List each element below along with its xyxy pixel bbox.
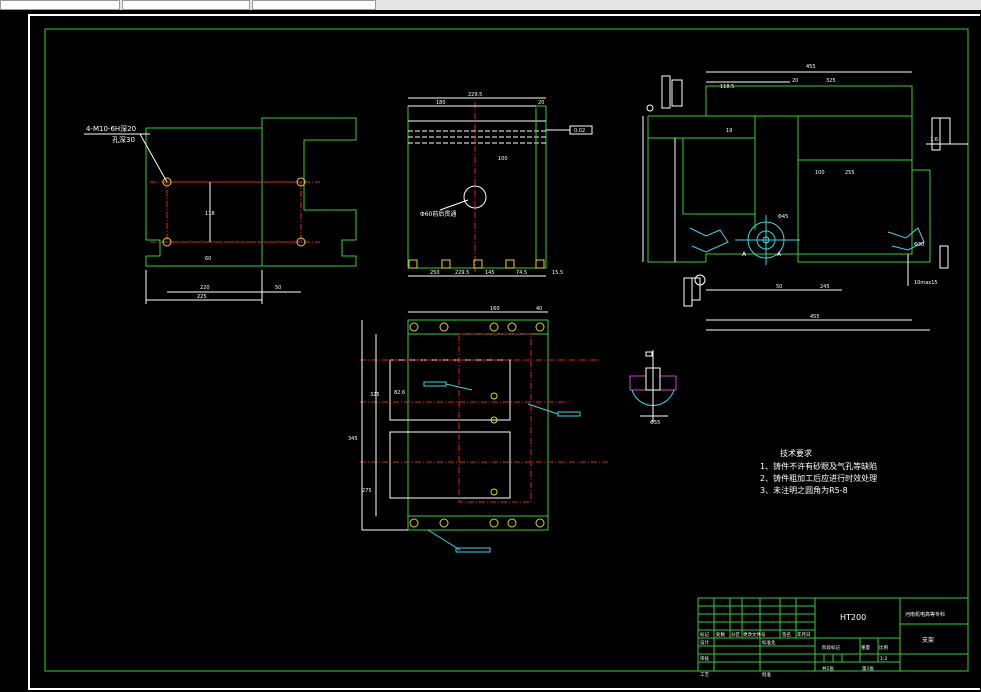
dim-top-229-5: 229.5 [468,92,482,98]
sheets-total: 共1张 [822,665,834,672]
dim-bottom-160: 160 [490,306,500,312]
tolerance-box: 0.02 [574,128,585,134]
bore-note: Φ60前后贯通 [420,210,456,218]
dim-bottom-325: 325 [370,392,380,398]
thread-spec-label: 4-M10-6H深20 [86,124,136,133]
sheet-number: 第1张 [862,665,874,672]
scale-value: 1:2 [880,656,887,662]
note-item-1: 1、铸件不许有砂眼及气孔等缺陷 [760,461,877,471]
toolbar-strip [0,0,981,10]
dim-detail-phi55: Φ55 [650,420,660,426]
note-item-2: 2、铸件粗加工后应进行时效处理 [760,473,877,483]
ratio-label: 比例 [879,644,888,651]
school-label: 河南机电高等专科 [905,611,945,618]
dim-top-100: 100 [498,156,508,162]
dim-bottom-275: 275 [362,488,372,494]
dim-right-255: 255 [845,170,855,176]
drawing-svg: 4-M10-6H深20 孔深30 220 50 225 118 60 229.5… [44,28,969,678]
dim-right-455b: 455 [810,314,820,320]
dim-right-100: 100 [815,170,825,176]
material-label: HT200 [840,613,866,622]
approve-label: 批准 [762,671,771,678]
dim-right-50: 50 [776,284,782,290]
dim-right-325: 325 [826,78,836,84]
standardize-label: 标准化 [762,639,776,646]
dim-front-50: 50 [275,285,281,291]
weight-label: 重量 [861,644,870,651]
header-zone: 分区 [731,631,740,638]
toolbar-field-3[interactable] [252,0,376,10]
header-sign: 签名 [782,631,791,638]
technical-notes: 技术要求 1、铸件不许有砂眼及气孔等缺陷 2、铸件粗加工后应进行时效处理 3、未… [760,448,877,495]
hole-depth-label: 孔深30 [112,135,135,144]
front-view [84,117,357,304]
dim-front-60: 60 [205,256,211,262]
dim-top-250: 250 [430,270,440,276]
dim-top-74-5: 74.5 [516,270,527,276]
dim-bottom-40: 40 [536,306,542,312]
dim-top-20: 20 [538,100,544,106]
top-view [407,97,593,277]
header-count: 处数 [716,631,725,638]
dim-bottom-345: 345 [348,436,358,442]
dim-bottom-82-6: 82.6 [394,390,405,396]
dim-front-220: 220 [200,285,210,291]
dim-right-19: 19 [726,128,732,134]
dim-top-229-5b: 229.5 [455,270,469,276]
toolbar-field-2[interactable] [122,0,250,10]
detail-view [629,350,677,422]
dim-right-118-5: 118.5 [720,84,734,90]
dim-right-20: 20 [792,78,798,84]
toolbar-field-1[interactable] [0,0,120,10]
dim-right-phi30: Φ30 [914,242,924,248]
dim-top-180: 180 [436,100,446,106]
stage-mark-label: 阶段标记 [822,644,840,651]
dim-front-118: 118 [205,211,215,217]
part-name-label: 支架 [922,636,934,644]
dim-right-phi45: Φ45 [778,214,788,220]
dim-front-225: 225 [197,294,207,300]
dim-right-1-6: 1.6 [930,137,938,143]
bottom-view [360,311,610,553]
drawing-border [44,28,969,672]
dim-right-10max15: 10max15 [914,280,938,286]
review-label: 审核 [700,655,709,662]
note-item-3: 3、未注明之圆角为R5-8 [760,485,848,495]
designer-label: 设计 [700,639,709,646]
dim-right-455: 455 [806,64,816,70]
header-change-doc: 更改文件号 [743,631,766,638]
dim-right-245: 245 [820,284,830,290]
dim-top-15-5: 15.5 [552,270,563,276]
side-view [642,71,968,331]
dim-top-145: 145 [485,270,495,276]
header-date: 年月日 [797,631,811,638]
notes-title: 技术要求 [780,448,812,458]
cad-drawing-canvas[interactable]: 4-M10-6H深20 孔深30 220 50 225 118 60 229.5… [0,10,981,692]
header-mark: 标记 [700,631,709,638]
process-label: 工艺 [700,672,709,678]
